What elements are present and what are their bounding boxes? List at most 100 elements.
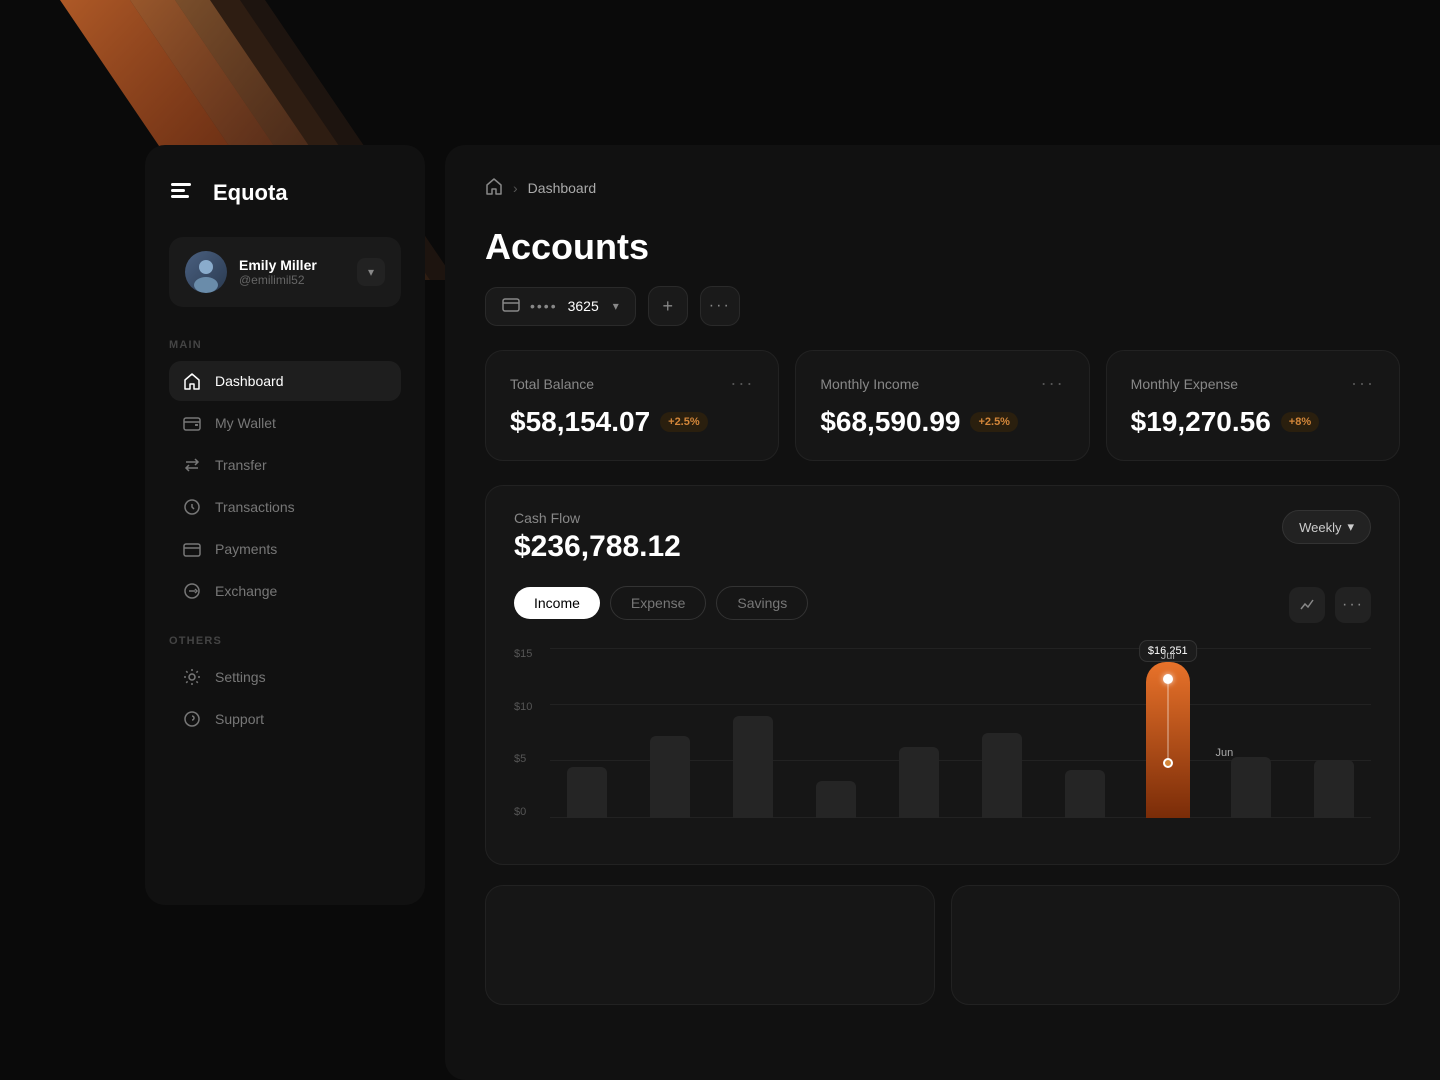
bar-jul-label: Jul bbox=[1161, 650, 1175, 662]
monthly-income-badge: +2.5% bbox=[970, 412, 1018, 432]
chart-more-icon: ··· bbox=[1342, 596, 1364, 614]
wallet-icon bbox=[183, 414, 201, 432]
bar-2 bbox=[650, 736, 690, 818]
monthly-income-card: Monthly Income ··· $68,590.99 +2.5% bbox=[795, 350, 1089, 461]
y-axis: $15 $10 $5 $0 bbox=[514, 648, 546, 818]
chart-container: $15 $10 $5 $0 bbox=[514, 648, 1371, 838]
card-number: 3625 bbox=[568, 298, 599, 314]
bar-1 bbox=[567, 767, 607, 818]
period-selector[interactable]: Weekly ▾ bbox=[1282, 510, 1371, 544]
sidebar-item-transactions[interactable]: Transactions bbox=[169, 487, 401, 527]
bar-group-7 bbox=[1047, 648, 1122, 818]
sidebar-item-settings-label: Settings bbox=[215, 669, 266, 685]
total-balance-card: Total Balance ··· $58,154.07 +2.5% bbox=[485, 350, 779, 461]
total-balance-value: $58,154.07 bbox=[510, 406, 650, 438]
home-icon bbox=[183, 372, 201, 390]
main-section-label: MAIN bbox=[169, 339, 401, 351]
main-content: › Dashboard Accounts •••• 3625 ▾ + ··· bbox=[445, 145, 1440, 1080]
card-dots: •••• bbox=[530, 298, 558, 314]
monthly-expense-value: $19,270.56 bbox=[1131, 406, 1271, 438]
total-balance-label: Total Balance bbox=[510, 376, 594, 392]
user-info: Emily Miller @emilimil52 bbox=[239, 257, 345, 287]
exchange-icon bbox=[183, 582, 201, 600]
filter-income[interactable]: Income bbox=[514, 587, 600, 619]
bar-group-10 bbox=[1296, 648, 1371, 818]
support-icon bbox=[183, 710, 201, 728]
filter-tabs: Income Expense Savings bbox=[514, 586, 808, 620]
sidebar-item-payments-label: Payments bbox=[215, 541, 277, 557]
y-label-15: $15 bbox=[514, 648, 546, 660]
others-nav: Settings Support bbox=[169, 657, 401, 739]
accounts-selector: •••• 3625 ▾ + ··· bbox=[485, 286, 1400, 326]
bar-group-9 bbox=[1213, 648, 1288, 818]
y-label-5: $5 bbox=[514, 753, 546, 765]
sidebar: Equota Emily Miller @emilimil52 ▾ MAIN bbox=[145, 145, 425, 905]
bar-connector-line bbox=[1167, 684, 1169, 764]
sidebar-item-transfer[interactable]: Transfer bbox=[169, 445, 401, 485]
y-label-10: $10 bbox=[514, 701, 546, 713]
accounts-title: Accounts bbox=[485, 226, 1400, 268]
filter-savings[interactable]: Savings bbox=[716, 586, 808, 620]
user-name: Emily Miller bbox=[239, 257, 345, 273]
plus-icon: + bbox=[663, 296, 674, 317]
bar-group-highlighted: $16.251 Jul Jun bbox=[1130, 648, 1205, 818]
sidebar-item-exchange[interactable]: Exchange bbox=[169, 571, 401, 611]
bar-6 bbox=[982, 733, 1022, 818]
chart-actions: ··· bbox=[1289, 587, 1371, 623]
transfer-icon bbox=[183, 456, 201, 474]
bar-9 bbox=[1231, 757, 1271, 818]
bottom-card-2 bbox=[951, 885, 1401, 1005]
bar-dot-top bbox=[1163, 674, 1173, 684]
highlighted-bar bbox=[1146, 662, 1190, 818]
monthly-income-value: $68,590.99 bbox=[820, 406, 960, 438]
bar-10 bbox=[1314, 760, 1354, 818]
cashflow-card: Cash Flow $236,788.12 Weekly ▾ Income Ex… bbox=[485, 485, 1400, 865]
chart-more-button[interactable]: ··· bbox=[1335, 587, 1371, 623]
card-icon bbox=[502, 298, 520, 315]
bar-group-4 bbox=[799, 648, 874, 818]
breadcrumb-dashboard: Dashboard bbox=[528, 180, 597, 196]
sidebar-item-dashboard[interactable]: Dashboard bbox=[169, 361, 401, 401]
filter-expense[interactable]: Expense bbox=[610, 586, 706, 620]
cashflow-label: Cash Flow bbox=[514, 510, 681, 526]
user-dropdown-button[interactable]: ▾ bbox=[357, 258, 385, 286]
bar-7 bbox=[1065, 770, 1105, 818]
chart-type-button[interactable] bbox=[1289, 587, 1325, 623]
bar-group-6 bbox=[965, 648, 1040, 818]
app-name: Equota bbox=[213, 180, 288, 206]
monthly-income-more[interactable]: ··· bbox=[1041, 373, 1065, 394]
y-label-0: $0 bbox=[514, 806, 546, 818]
logo-area: Equota bbox=[169, 177, 401, 209]
monthly-expense-label: Monthly Expense bbox=[1131, 376, 1238, 392]
payments-icon bbox=[183, 540, 201, 558]
bar-5 bbox=[899, 747, 939, 818]
card-chevron-icon: ▾ bbox=[613, 299, 619, 313]
sidebar-item-payments[interactable]: Payments bbox=[169, 529, 401, 569]
more-icon: ··· bbox=[709, 297, 731, 315]
total-balance-more[interactable]: ··· bbox=[730, 373, 754, 394]
monthly-income-label: Monthly Income bbox=[820, 376, 919, 392]
sidebar-item-support[interactable]: Support bbox=[169, 699, 401, 739]
period-chevron-icon: ▾ bbox=[1347, 519, 1354, 535]
others-section-label: OTHERS bbox=[169, 635, 401, 647]
card-selector[interactable]: •••• 3625 ▾ bbox=[485, 287, 636, 326]
stats-row: Total Balance ··· $58,154.07 +2.5% Month… bbox=[485, 350, 1400, 461]
sidebar-item-my-wallet[interactable]: My Wallet bbox=[169, 403, 401, 443]
avatar bbox=[185, 251, 227, 293]
bar-group-2 bbox=[633, 648, 708, 818]
add-account-button[interactable]: + bbox=[648, 286, 688, 326]
breadcrumb-separator: › bbox=[513, 180, 518, 196]
sidebar-item-support-label: Support bbox=[215, 711, 264, 727]
bars-container: $16.251 Jul Jun bbox=[550, 648, 1371, 818]
bar-group-5 bbox=[882, 648, 957, 818]
user-handle: @emilimil52 bbox=[239, 273, 345, 287]
more-options-button[interactable]: ··· bbox=[700, 286, 740, 326]
monthly-expense-more[interactable]: ··· bbox=[1351, 373, 1375, 394]
bar-4 bbox=[816, 781, 856, 818]
home-icon[interactable] bbox=[485, 177, 503, 198]
bar-group-3 bbox=[716, 648, 791, 818]
breadcrumb: › Dashboard bbox=[485, 177, 1400, 198]
user-card[interactable]: Emily Miller @emilimil52 ▾ bbox=[169, 237, 401, 307]
sidebar-item-settings[interactable]: Settings bbox=[169, 657, 401, 697]
bar-jun-label: Jun bbox=[1216, 747, 1234, 759]
